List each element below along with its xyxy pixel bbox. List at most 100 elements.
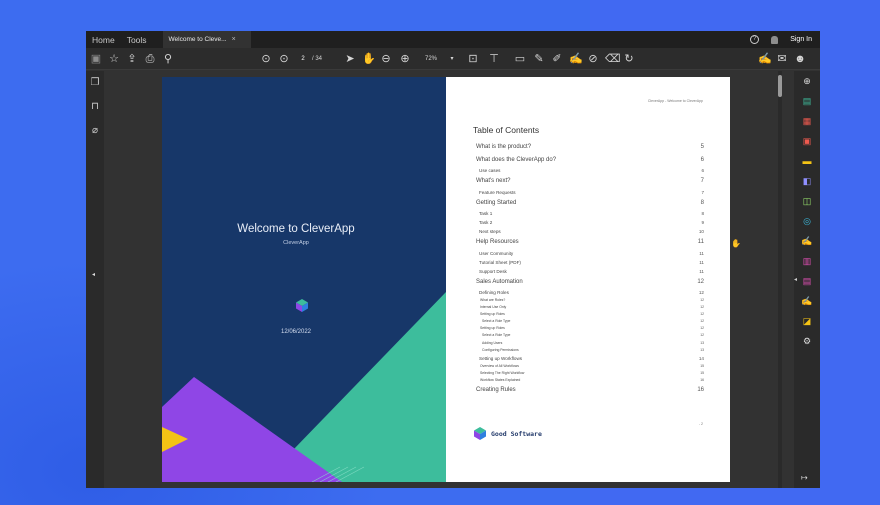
scrollbar-thumb[interactable] xyxy=(778,75,782,97)
toc-entry[interactable]: Workflow States Explained 16 xyxy=(476,377,704,384)
protect-icon[interactable]: ▥ xyxy=(801,255,813,267)
sign-in-button[interactable]: Sign In xyxy=(790,36,812,43)
home-tab[interactable]: Home xyxy=(92,35,115,45)
zoom-out-icon[interactable]: ⊖ xyxy=(380,51,392,67)
comment-tool-icon[interactable]: ▬ xyxy=(801,155,813,167)
toc-entry[interactable]: Use cases 6 xyxy=(476,166,704,175)
more-tools-icon[interactable]: ⚙ xyxy=(801,335,813,347)
export-pdf-icon[interactable]: ▣ xyxy=(801,135,813,147)
toc-entry[interactable]: Next steps 10 xyxy=(476,227,704,236)
toc-entry[interactable]: Defining Roles 12 xyxy=(476,288,704,297)
search-zoom-icon[interactable]: ⊕ xyxy=(801,75,813,87)
bookmarks-icon[interactable]: ⊓ xyxy=(89,101,101,113)
toc-entry[interactable]: What is the product? 5 xyxy=(476,141,704,154)
toc-entry[interactable]: What's next? 7 xyxy=(476,175,704,188)
toc-entry[interactable]: Support Desk 11 xyxy=(476,267,704,276)
combine-files-icon[interactable]: ▦ xyxy=(801,115,813,127)
cover-title: Welcome to CleverApp xyxy=(237,223,355,235)
edit-pdf-icon[interactable]: ▤ xyxy=(801,275,813,287)
hand-tool-icon[interactable]: ✋ xyxy=(362,51,376,67)
toc-entry-title: What is the product? xyxy=(476,144,532,150)
select-arrow-icon[interactable]: ➤ xyxy=(344,51,356,67)
toc-entry[interactable]: What are Roles? 12 xyxy=(476,297,704,304)
zoom-level-dropdown[interactable]: 72% xyxy=(422,51,440,67)
toc-entry[interactable]: Overview of All Workflows 15 xyxy=(476,363,704,370)
toc-entry[interactable]: Creating Rules 16 xyxy=(476,384,704,397)
toc-entry-title: Defining Roles xyxy=(479,290,509,295)
draw-icon[interactable]: ✐ xyxy=(551,51,563,67)
tools-tab[interactable]: Tools xyxy=(127,35,147,45)
toc-entry[interactable]: Task 1 8 xyxy=(476,209,704,218)
organize-pages-icon[interactable]: ◧ xyxy=(801,175,813,187)
expand-left-panel-icon[interactable]: ◂ xyxy=(92,271,95,278)
cover-subtitle: CleverApp xyxy=(283,240,309,246)
toc-entry[interactable]: Internal Use Only 12 xyxy=(476,304,704,311)
next-page-icon[interactable]: ⊙ xyxy=(278,51,290,67)
pdf-viewer-window: Home Tools Welcome to Cleve... × ? Sign … xyxy=(86,31,820,488)
redact-icon[interactable]: ◪ xyxy=(801,315,813,327)
toc-entry[interactable]: Adding Users 13 xyxy=(476,340,704,347)
bookmark-star-icon[interactable]: ☆ xyxy=(108,51,120,67)
attachments-paperclip-icon[interactable]: ⌀ xyxy=(89,125,101,137)
toc-entry[interactable]: User Community 11 xyxy=(476,249,704,258)
toc-entry[interactable]: Tutorial Sheet (PDF) 11 xyxy=(476,258,704,267)
save-icon[interactable]: ▣ xyxy=(90,51,102,67)
toc-entry[interactable]: Feature Requests 7 xyxy=(476,188,704,197)
toc-entry[interactable]: Configuring Permissions 13 xyxy=(476,347,704,354)
toc-entry-title: Help Resources xyxy=(476,239,519,245)
toc-entry[interactable]: Selecting The Right Workflow 15 xyxy=(476,370,704,377)
vertical-scrollbar[interactable] xyxy=(778,71,782,488)
toc-entry-title: Setting up Workflows xyxy=(479,355,523,361)
document-viewport[interactable]: Welcome to CleverApp CleverApp 12/06/202… xyxy=(104,71,775,488)
page-thumbnails-icon[interactable]: ❐ xyxy=(89,77,101,89)
notifications-bell-icon[interactable] xyxy=(771,35,779,44)
scan-ocr-icon[interactable]: ◎ xyxy=(801,215,813,227)
compress-icon[interactable]: ◫ xyxy=(801,195,813,207)
toc-entry[interactable]: Setting up Roles 12 xyxy=(476,311,704,318)
zoom-search-icon[interactable]: ⚲ xyxy=(162,51,174,67)
toc-entry-page: 15 xyxy=(700,363,704,368)
toc-entry-page: 14 xyxy=(698,355,704,361)
fill-and-sign-icon[interactable]: ✍ xyxy=(801,235,813,247)
toc-entry[interactable]: Getting Started 8 xyxy=(476,197,704,210)
toc-entry[interactable]: Select a Role Type 12 xyxy=(476,318,704,325)
toc-entry[interactable]: Task 2 9 xyxy=(476,218,704,227)
stamp-tag-icon[interactable]: ⊘ xyxy=(587,51,599,67)
close-tab-icon[interactable]: × xyxy=(232,36,236,43)
delete-icon[interactable]: ⌫ xyxy=(605,51,621,67)
top-tab-bar: Home Tools Welcome to Cleve... × ? Sign … xyxy=(86,31,820,48)
toc-entry-page: 9 xyxy=(701,220,704,225)
toc-entry-page: 5 xyxy=(700,144,704,150)
zoom-in-icon[interactable]: ⊕ xyxy=(399,51,411,67)
toc-entry-page: 6 xyxy=(700,156,704,163)
upload-cloud-icon[interactable]: ⇪ xyxy=(126,51,138,67)
highlight-pen-icon[interactable]: ✎ xyxy=(533,51,545,67)
comment-icon[interactable]: ▭ xyxy=(514,51,526,67)
chevron-down-icon[interactable]: ▾ xyxy=(446,51,458,67)
brand-name: Good Software xyxy=(491,429,542,438)
email-icon[interactable]: ✉ xyxy=(776,51,788,67)
panel-exit-icon[interactable]: ↦ xyxy=(801,473,808,482)
previous-page-icon[interactable]: ⊙ xyxy=(260,51,272,67)
toc-entry[interactable]: Help Resources 11 xyxy=(476,236,704,249)
print-icon[interactable]: ⎙ xyxy=(144,51,156,67)
document-tab[interactable]: Welcome to Cleve... × xyxy=(162,31,251,48)
edit-sign-icon[interactable]: ✍ xyxy=(758,51,772,67)
fit-page-icon[interactable]: ⊡ xyxy=(467,51,479,67)
toc-entry[interactable]: Setting up Roles 12 xyxy=(476,325,704,332)
collapse-right-panel-icon[interactable]: ◂ xyxy=(794,276,797,283)
toc-entry[interactable]: Select a Role Type 12 xyxy=(476,332,704,339)
toc-entry[interactable]: What does the CleverApp do? 6 xyxy=(476,154,704,167)
account-icon[interactable]: ☻ xyxy=(794,51,806,67)
toc-entry-page: 7 xyxy=(701,189,704,195)
help-icon[interactable]: ? xyxy=(750,35,760,44)
request-signature-icon[interactable]: ✍ xyxy=(801,295,813,307)
toc-entry-page: 16 xyxy=(700,377,704,382)
measure-icon[interactable]: ⊤ xyxy=(488,51,500,67)
rotate-icon[interactable]: ↻ xyxy=(623,51,635,67)
create-pdf-icon[interactable]: ▤ xyxy=(801,95,813,107)
toc-entry[interactable]: Setting up Workflows 14 xyxy=(476,354,704,363)
fill-sign-icon[interactable]: ✍ xyxy=(569,51,583,67)
toc-entry[interactable]: Sales Automation 12 xyxy=(476,276,704,289)
brand-logo-icon xyxy=(474,427,486,440)
